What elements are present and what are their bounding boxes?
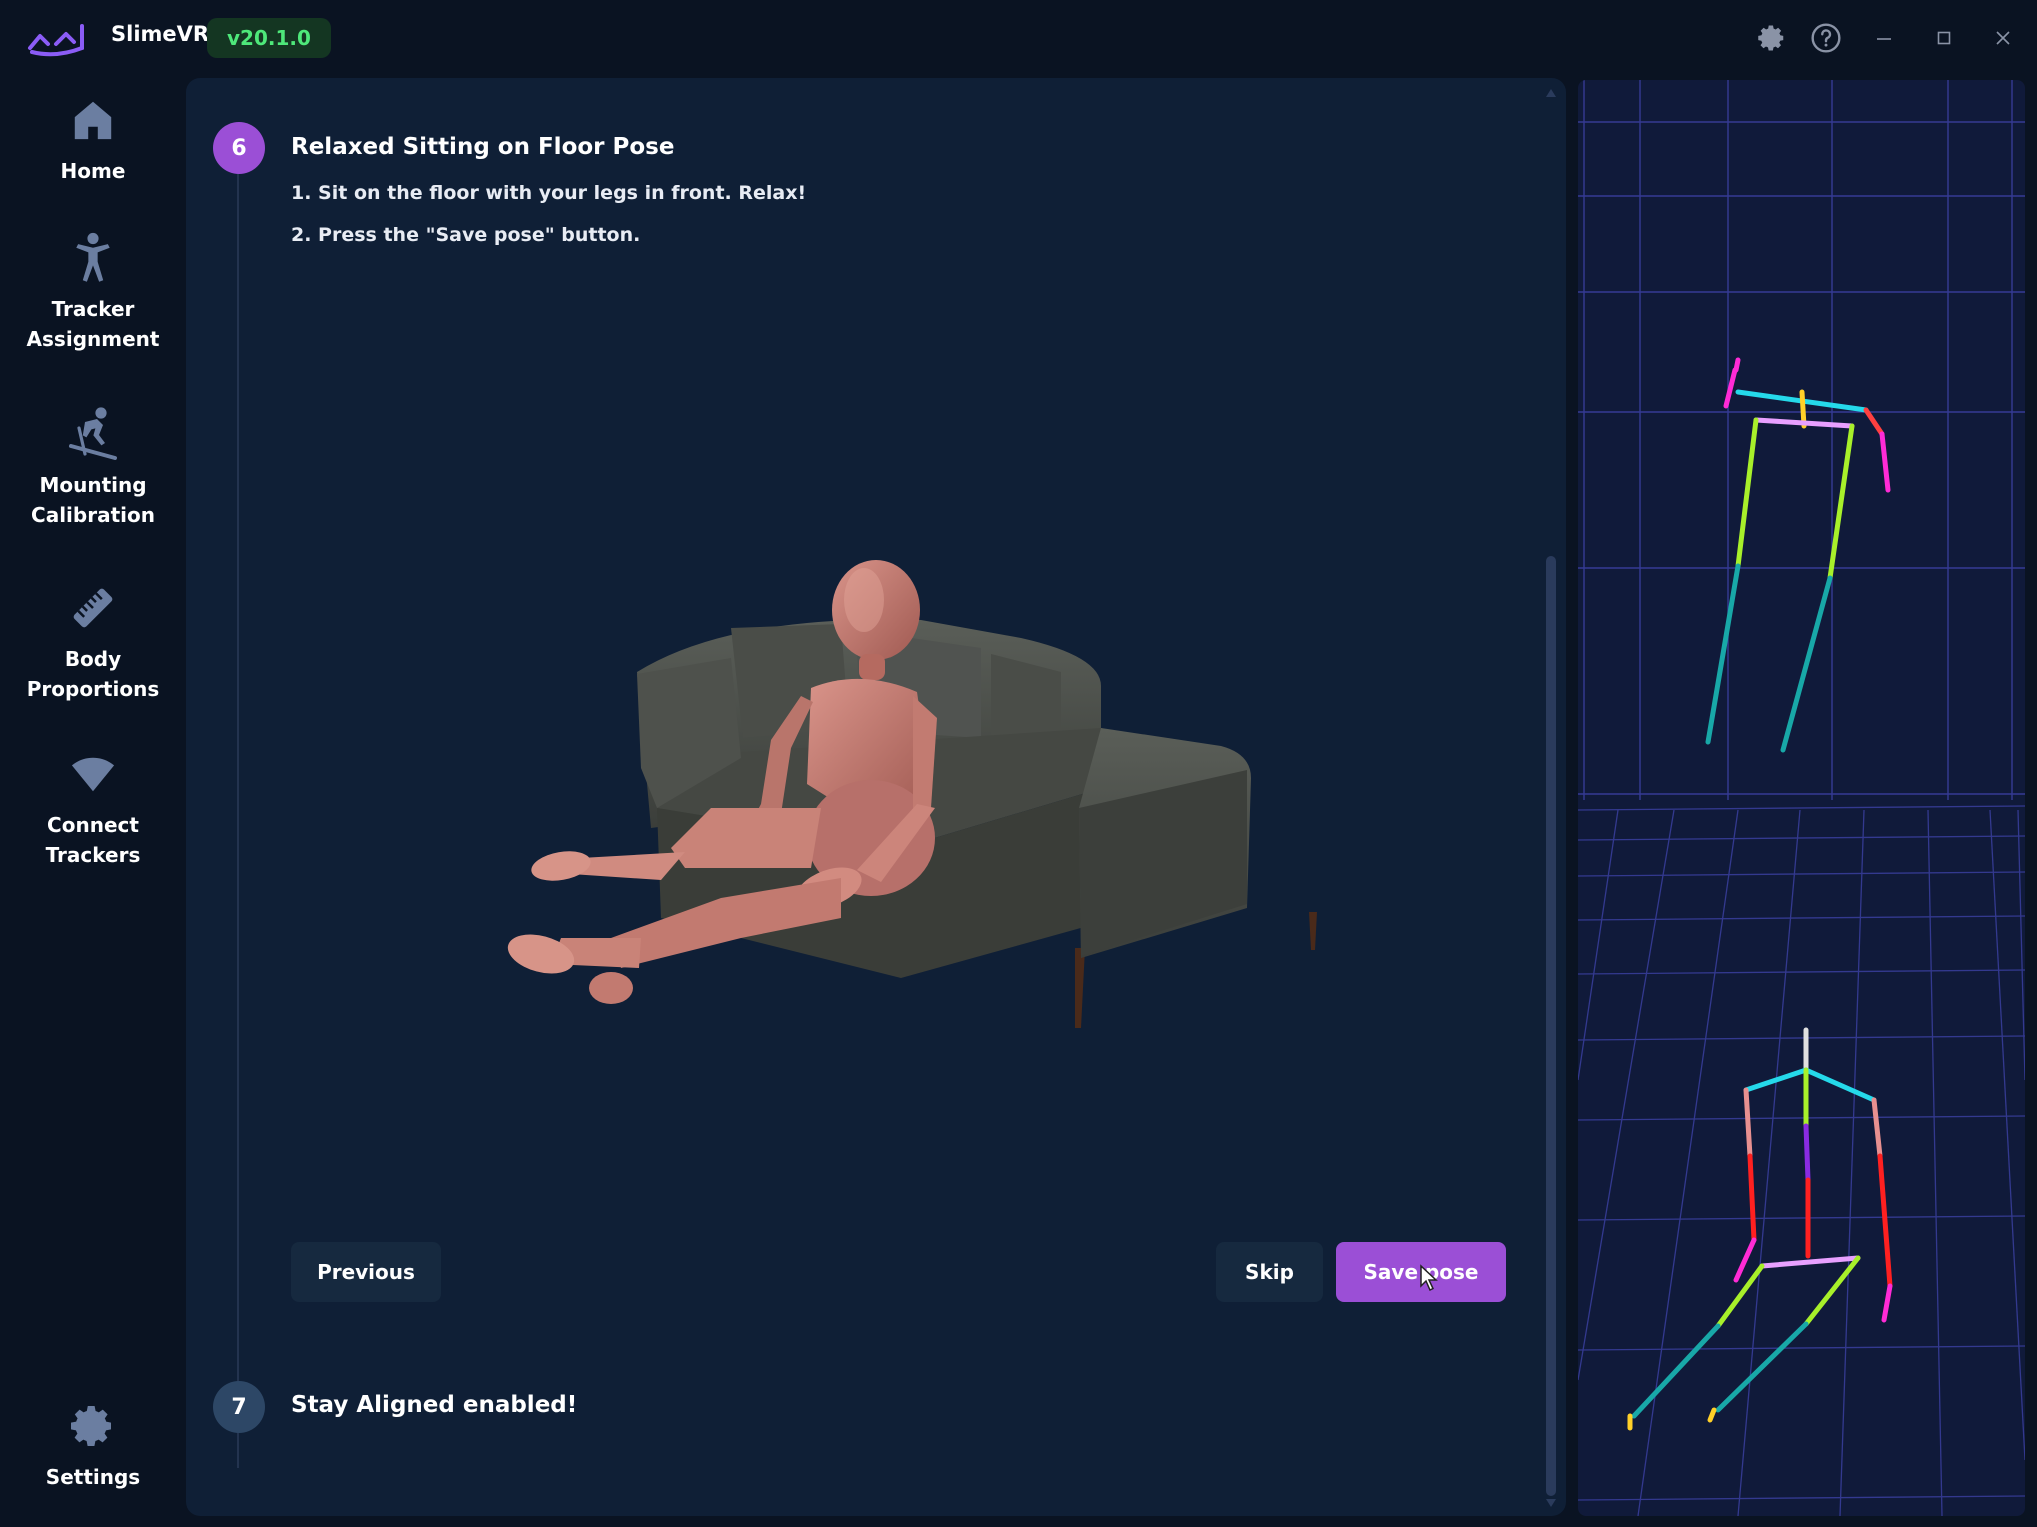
scroll-up-icon[interactable] [1545,88,1557,98]
cursor-icon [1420,1264,1438,1292]
sidebar-item-label: Mounting Calibration [31,473,155,527]
maximize-icon[interactable] [1924,18,1964,58]
version-badge: v20.1.0 [207,18,331,58]
scroll-thumb[interactable] [1546,556,1556,1496]
app-name: SlimeVR [111,22,210,46]
next-step-title: Stay Aligned enabled! [291,1392,578,1418]
settings-gear-icon[interactable] [1752,18,1792,58]
previous-button[interactable]: Previous [291,1242,441,1302]
sidebar: Home Tracker Assignment Mounting Calibra… [0,76,186,1527]
minimize-icon[interactable] [1864,18,1904,58]
step-timeline [237,148,239,1468]
sidebar-item-label: Connect Trackers [45,813,141,867]
skeleton-preview[interactable] [1578,80,2025,1516]
close-icon[interactable] [1983,18,2023,58]
skip-button[interactable]: Skip [1216,1242,1323,1302]
sidebar-item-label: Home [60,159,126,183]
sidebar-item-mounting-calibration[interactable]: Mounting Calibration [0,407,186,530]
sidebar-item-tracker-assignment[interactable]: Tracker Assignment [0,232,186,354]
sidebar-item-body-proportions[interactable]: Body Proportions [0,582,186,704]
app-window: SlimeVR v20.1.0 Home Tracker Assignment … [0,0,2037,1527]
scroll-down-icon[interactable] [1545,1498,1557,1508]
instruction-1: 1. Sit on the floor with your legs in fr… [291,182,807,204]
instruction-2: 2. Press the "Save pose" button. [291,224,641,246]
ruler-icon [67,582,119,634]
person-icon [67,232,119,284]
sidebar-item-connect-trackers[interactable]: Connect Trackers [0,748,186,870]
step-number-next: 7 [213,1381,265,1433]
slimevr-logo-icon [28,24,84,57]
gear-icon [67,1400,119,1452]
step-title: Relaxed Sitting on Floor Pose [291,134,675,160]
help-icon[interactable] [1806,18,1846,58]
skeleton-grid [1578,80,2025,1516]
sidebar-item-home[interactable]: Home [0,94,186,186]
sidebar-item-label: Tracker Assignment [26,297,160,351]
sidebar-item-settings[interactable]: Settings [0,1400,186,1492]
pose-illustration [507,560,1317,1028]
wifi-icon [67,748,119,800]
skier-icon [67,407,119,460]
calibration-panel: 6 Relaxed Sitting on Floor Pose 1. Sit o… [186,78,1566,1516]
home-icon [67,94,119,146]
sidebar-item-label: Body Proportions [26,647,160,701]
title-bar[interactable]: SlimeVR v20.1.0 [0,0,2037,76]
sidebar-item-label: Settings [45,1465,141,1489]
scrollbar[interactable] [1544,88,1558,1508]
step-number-current: 6 [213,122,265,174]
